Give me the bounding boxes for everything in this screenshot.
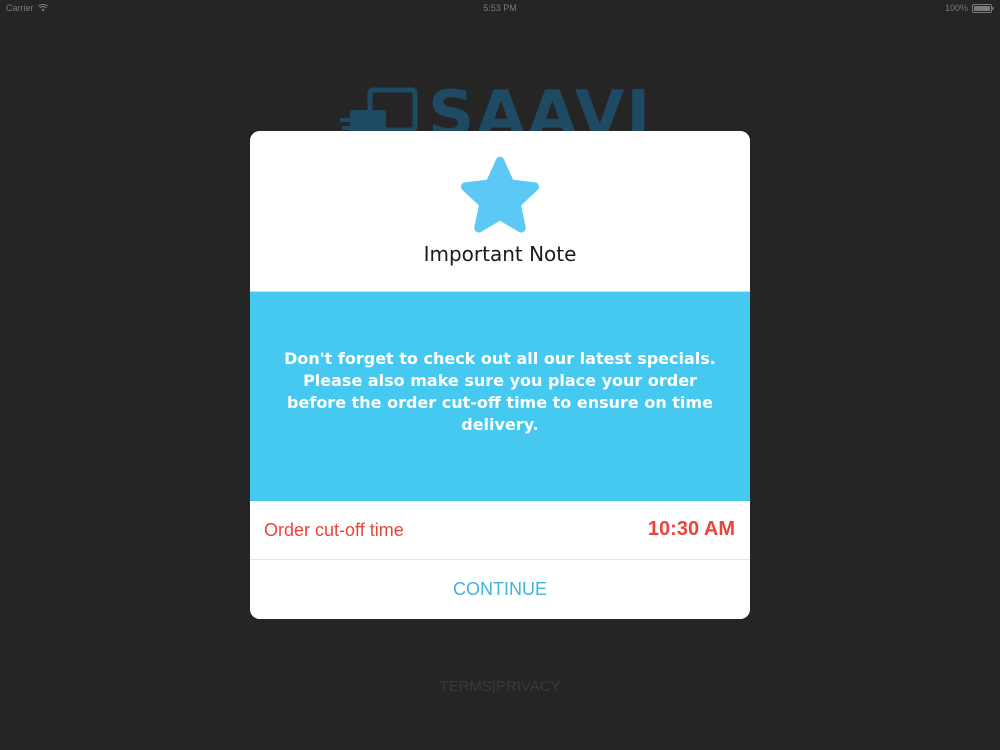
status-bar: Carrier 5:53 PM 100%	[0, 0, 1000, 16]
order-cutoff-row: Order cut-off time 10:30 AM	[250, 501, 750, 559]
status-battery: 100%	[945, 3, 994, 13]
dialog-message-panel: Don't forget to check out all our latest…	[250, 292, 750, 501]
cutoff-label: Order cut-off time	[264, 520, 404, 540]
dialog-message: Don't forget to check out all our latest…	[284, 348, 716, 434]
screen: Carrier 5:53 PM 100% SAAVI TERMS|PRIVACY	[0, 0, 1000, 750]
cutoff-time-value: 10:30 AM	[647, 518, 735, 540]
battery-icon	[972, 3, 994, 13]
star-icon	[460, 156, 540, 233]
continue-button[interactable]: CONTINUE	[250, 560, 750, 619]
dialog-title: Important Note	[423, 242, 577, 266]
terms-privacy-links[interactable]: TERMS|PRIVACY	[0, 678, 1000, 695]
battery-percent: 100%	[944, 3, 968, 13]
dialog-header: Important Note	[250, 131, 750, 291]
status-time: 5:53 PM	[483, 3, 517, 13]
important-note-dialog: Important Note Don't forget to check out…	[250, 131, 750, 619]
